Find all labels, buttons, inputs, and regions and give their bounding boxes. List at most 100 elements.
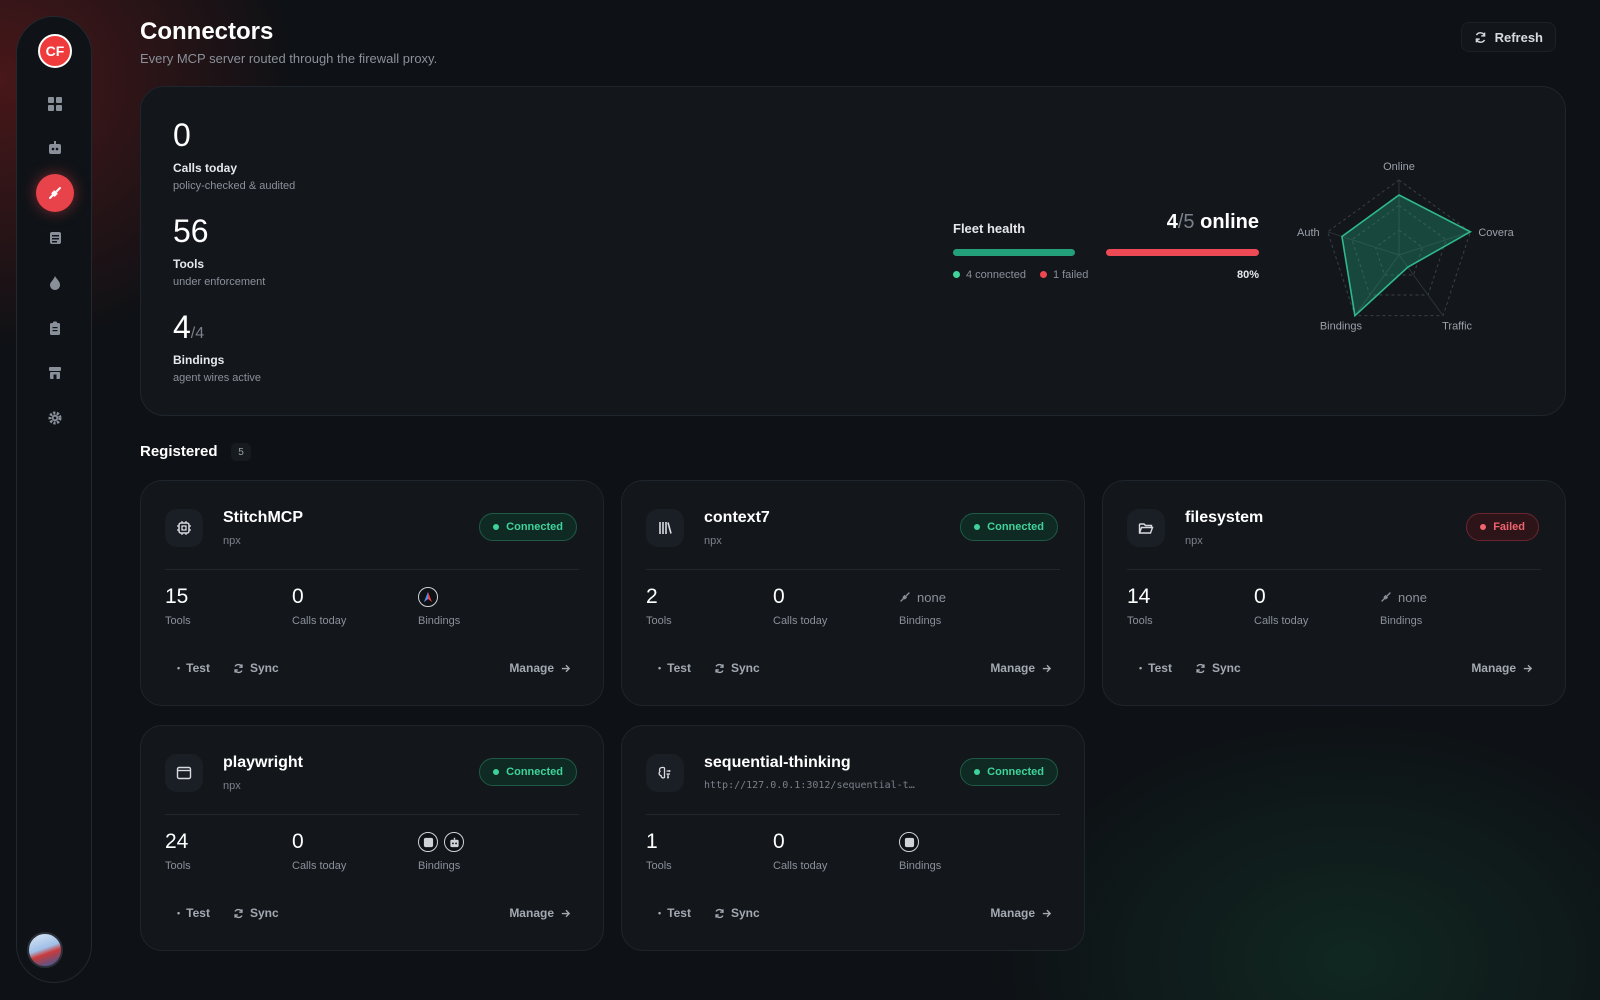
card-divider	[646, 569, 1060, 570]
sync-icon	[234, 663, 243, 673]
manage-button[interactable]: Manage	[509, 906, 571, 920]
metric-bindings: Bindings	[418, 830, 464, 872]
stat-label: Bindings	[173, 353, 225, 367]
connector-card[interactable]: context7 npx Connected 2 Tools 0 Calls today no…	[621, 480, 1085, 706]
refresh-icon	[1475, 31, 1485, 43]
connector-type-box	[646, 509, 684, 547]
test-button[interactable]: • Test	[177, 661, 210, 675]
chip-icon	[176, 520, 192, 536]
sidebar-item-marketplace[interactable]	[36, 354, 74, 392]
registered-title: Registered	[140, 443, 218, 460]
fleet-health-title: Fleet health	[953, 221, 1026, 236]
connector-command: http://127.0.0.1:3012/sequential-t…	[704, 780, 915, 791]
manage-button[interactable]: Manage	[1471, 661, 1533, 675]
fleet-connected-bar	[953, 249, 1075, 256]
bullet-icon: •	[1139, 663, 1143, 673]
refresh-label: Refresh	[1494, 29, 1543, 45]
connector-command: npx	[704, 535, 722, 547]
bullet-icon: •	[658, 663, 662, 673]
sync-icon	[715, 908, 724, 918]
sync-button[interactable]: Sync	[233, 906, 279, 920]
card-actions: • Test Sync Manage	[646, 661, 1060, 679]
folder-open-icon	[1138, 520, 1154, 536]
connector-command: npx	[223, 535, 241, 547]
arrow-right-icon	[1042, 909, 1052, 917]
manage-button[interactable]: Manage	[990, 906, 1052, 920]
test-button[interactable]: • Test	[658, 906, 691, 920]
connector-type-box	[165, 754, 203, 792]
card-actions: • Test Sync Manage	[1127, 661, 1541, 679]
metric-tools: 24 Tools	[165, 830, 191, 872]
arrow-right-icon	[561, 909, 571, 917]
radar-axis-label: Auth	[1297, 227, 1320, 239]
sync-icon	[715, 663, 724, 673]
card-divider	[1127, 569, 1541, 570]
test-button[interactable]: • Test	[177, 906, 210, 920]
stitch-agent-icon[interactable]	[418, 587, 438, 607]
status-dot	[493, 524, 500, 530]
connector-command: npx	[1185, 535, 1203, 547]
legend-connected: 4 connected	[953, 269, 1026, 281]
page-title: Connectors	[140, 18, 274, 45]
card-actions: • Test Sync Manage	[165, 906, 579, 924]
agent-icon[interactable]	[899, 832, 919, 852]
store-icon	[49, 367, 61, 379]
connector-name: filesystem	[1185, 509, 1264, 526]
sync-button[interactable]: Sync	[233, 661, 279, 675]
connector-name: playwright	[223, 754, 304, 771]
unlink-icon	[1381, 592, 1391, 602]
manage-button[interactable]: Manage	[990, 661, 1052, 675]
card-actions: • Test Sync Manage	[646, 906, 1060, 924]
app-logo[interactable]: CF	[38, 34, 72, 68]
sync-button[interactable]: Sync	[714, 661, 760, 675]
dashboard-grid-icon	[48, 97, 62, 111]
bindings-value: none	[1380, 585, 1427, 609]
radar-axis-label: Bindings	[1320, 321, 1363, 333]
sidebar-item-logs[interactable]	[36, 219, 74, 257]
fleet-legend: 4 connected 1 failed	[953, 269, 1088, 281]
sidebar-item-policies[interactable]	[36, 309, 74, 347]
arrow-right-icon	[1523, 664, 1533, 672]
stat-calls-today: 0 Calls today policy-checked & audited	[173, 119, 295, 192]
manage-button[interactable]: Manage	[509, 661, 571, 675]
metric-bindings: none Bindings	[1380, 585, 1427, 628]
refresh-button[interactable]: Refresh	[1460, 22, 1556, 52]
sidebar-item-threats[interactable]	[36, 264, 74, 302]
stat-label: Tools	[173, 257, 205, 271]
connector-card[interactable]: filesystem npx Failed 14 Tools 0 Calls today no…	[1102, 480, 1566, 706]
bullet-icon: •	[177, 908, 181, 918]
sync-icon	[1196, 663, 1205, 673]
sync-button[interactable]: Sync	[714, 906, 760, 920]
metric-bindings: Bindings	[899, 830, 941, 872]
library-icon	[657, 520, 673, 536]
metric-tools: 15 Tools	[165, 585, 191, 627]
connector-command: npx	[223, 780, 241, 792]
robot-agent-icon[interactable]	[444, 832, 464, 852]
connector-card[interactable]: sequential-thinking http://127.0.0.1:3012…	[621, 725, 1085, 951]
connector-type-box	[646, 754, 684, 792]
test-button[interactable]: • Test	[658, 661, 691, 675]
user-avatar[interactable]	[27, 932, 63, 968]
sidebar-item-dashboard[interactable]	[36, 85, 74, 123]
stat-label: Calls today	[173, 161, 238, 175]
bullet-icon: •	[177, 663, 181, 673]
legend-failed: 1 failed	[1039, 269, 1088, 281]
sidebar-item-connectors[interactable]	[36, 174, 74, 212]
sidebar-item-settings[interactable]	[36, 399, 74, 437]
bindings-value: none	[899, 585, 946, 609]
test-button[interactable]: • Test	[1139, 661, 1172, 675]
agent-icon[interactable]	[418, 832, 438, 852]
connector-card[interactable]: playwright npx Connected 24 Tools 0 Calls toda…	[140, 725, 604, 951]
metric-bindings: Bindings	[418, 585, 460, 627]
connector-type-box	[1127, 509, 1165, 547]
connector-card[interactable]: StitchMCP npx Connected 15 Tools 0 Calls today…	[140, 480, 604, 706]
clipboard-icon	[50, 321, 60, 335]
status-badge: Connected	[960, 513, 1058, 541]
metric-calls-today: 0 Calls today	[292, 830, 347, 872]
sidebar-item-agents[interactable]	[36, 129, 74, 167]
status-dot	[974, 524, 981, 530]
stat-description: policy-checked & audited	[173, 180, 296, 192]
summary-panel: 0 Calls today policy-checked & audited 5…	[140, 86, 1566, 416]
arrow-right-icon	[561, 664, 571, 672]
sync-button[interactable]: Sync	[1195, 661, 1241, 675]
